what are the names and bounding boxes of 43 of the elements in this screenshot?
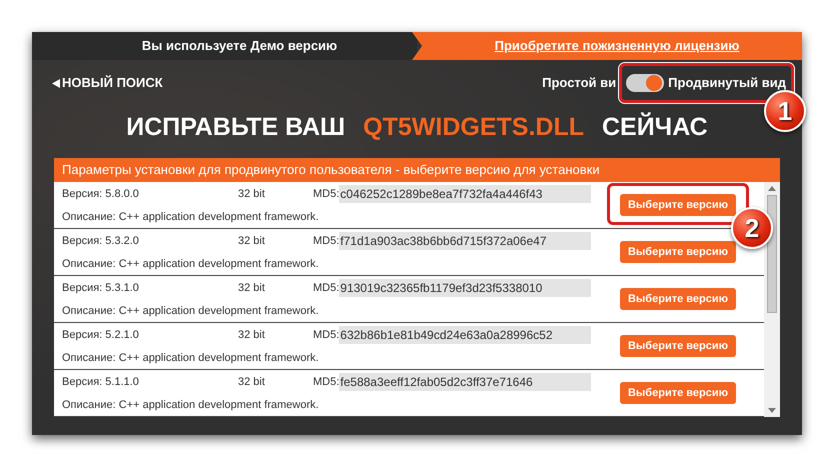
left-triangle-icon (52, 78, 60, 88)
heading-text: ИСПРАВЬТЕ ВАШ (126, 112, 346, 144)
md5-label: MD5: (313, 328, 340, 342)
version-text: Версия: 5.3.1.0 (62, 280, 140, 296)
md5-field: 632b86b1e81b49cd24e63a0a28996c52 (339, 326, 592, 344)
simple-view-label: Простой ви (542, 74, 616, 92)
md5-label: MD5: (313, 186, 340, 202)
md5-field: 913019c32365fb1179ef3d23f5338010 (339, 278, 592, 297)
md5-field: fe588a3eeff12fab05d2c3ff37e71646 (339, 372, 592, 391)
description-text: Описание: C++ application development framework. (62, 350, 320, 366)
scroll-up-icon (768, 186, 776, 191)
panel-header: Параметры установки для продвинутого пользователя - выберите версию для установки (54, 158, 780, 182)
version-text: Версия: 5.8.0.0 (62, 186, 140, 202)
license-link[interactable]: Приобретите пожизненную лицензию (494, 36, 740, 56)
bits-text: 32 bit (238, 186, 266, 202)
md5-label: MD5: (313, 280, 340, 296)
new-search-link[interactable]: НОВЫЙ ПОИСК (52, 73, 163, 93)
md5-label: MD5: (313, 234, 340, 248)
version-text: Версия: 5.3.2.0 (62, 234, 140, 248)
demo-banner: Вы используете Демо версию (32, 32, 417, 60)
select-version-button[interactable]: Выберите версию (620, 382, 736, 404)
select-version-button[interactable]: Выберите версию (620, 335, 736, 357)
version-text: Версия: 5.1.1.0 (62, 374, 140, 390)
md5-field: f71d1a903ac38b6bb6d715f372a06e47 (339, 232, 592, 250)
description-text: Описание: C++ application development framework. (62, 210, 320, 225)
description-text: Описание: C++ application development framework. (62, 398, 320, 413)
bits-text: 32 bit (238, 374, 266, 390)
bits-text: 32 bit (238, 328, 266, 342)
description-text: Описание: C++ application development framework. (62, 256, 320, 272)
bits-text: 32 bit (238, 280, 266, 296)
select-version-button[interactable]: Выберите версию (620, 194, 736, 216)
md5-label: MD5: (313, 374, 340, 390)
view-toggle[interactable] (626, 74, 664, 92)
select-version-button[interactable]: Выберите версию (620, 288, 736, 310)
select-version-button[interactable]: Выберите версию (620, 241, 736, 263)
md5-field: c046252c1289be8ea7f732fa4a446f43 (339, 184, 592, 203)
bits-text: 32 bit (238, 234, 266, 248)
description-text: Описание: C++ application development framework. (62, 304, 320, 319)
scroll-down-icon (768, 408, 776, 413)
advanced-view-label: Продвинутый вид (668, 74, 786, 92)
file-name: QT5WIDGETS.DLL (363, 112, 584, 144)
heading-text: СЕЙЧАС (602, 111, 708, 144)
version-text: Версия: 5.2.1.0 (62, 328, 140, 342)
